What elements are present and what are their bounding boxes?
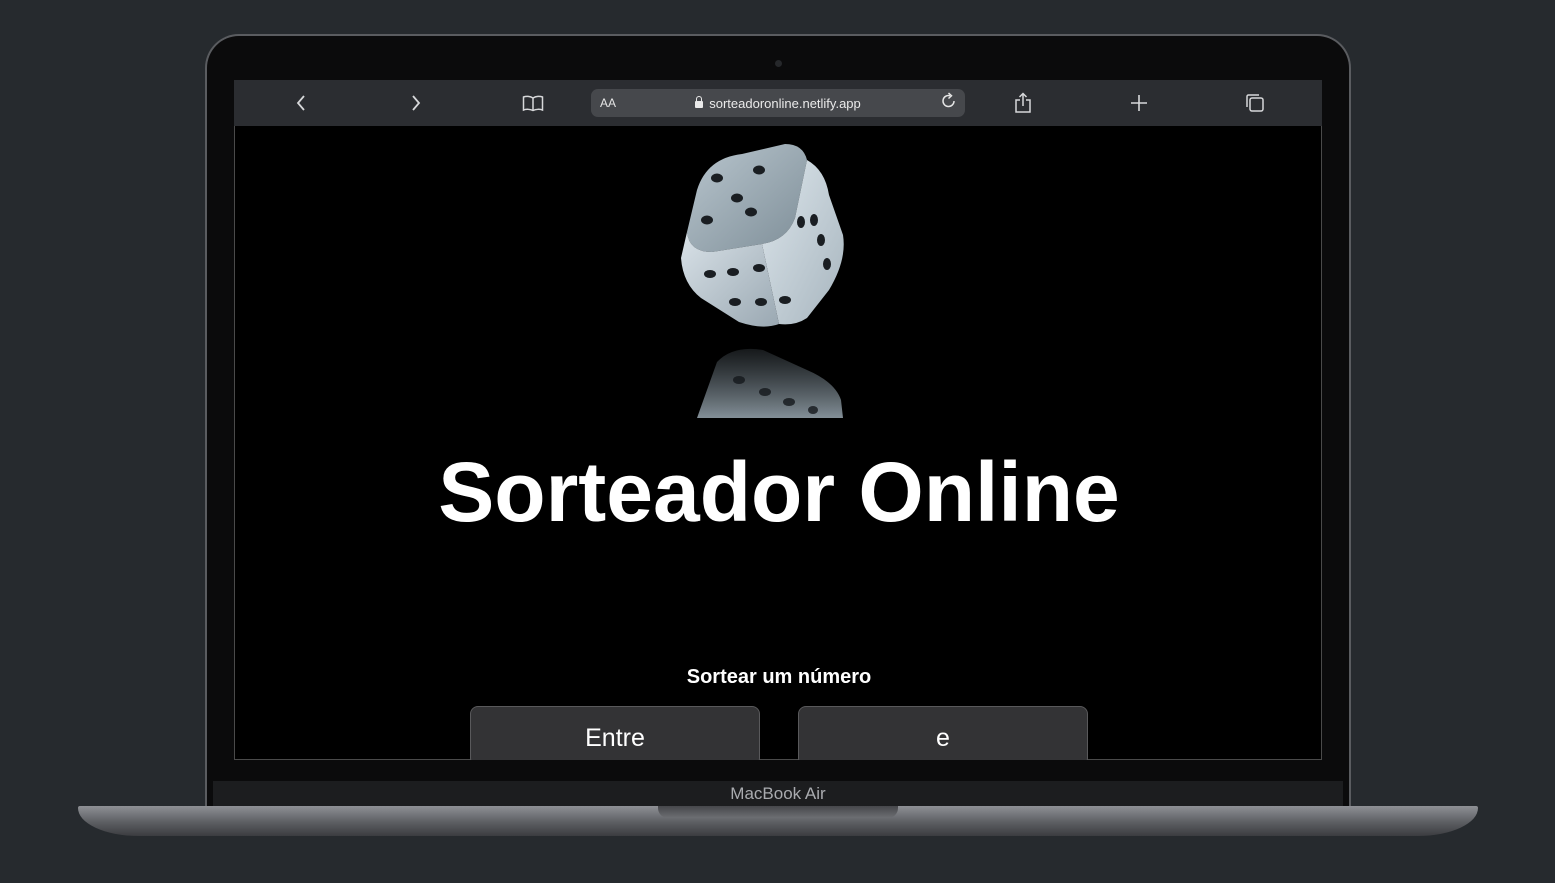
reload-icon[interactable] [941, 92, 957, 115]
laptop-chin: MacBook Air [213, 781, 1343, 807]
screen: AA sorteadoronline.netlify.app Sorteador… [234, 80, 1322, 760]
camera [775, 60, 782, 67]
to-number-input[interactable]: e [798, 706, 1088, 760]
chevron-right-icon[interactable] [404, 92, 428, 114]
address-bar[interactable]: AA sorteadoronline.netlify.app [591, 89, 965, 117]
dice-image [667, 140, 867, 425]
section-subtitle: Sortear um número [686, 666, 872, 688]
book-icon[interactable] [521, 92, 545, 114]
share-icon[interactable] [1011, 92, 1035, 114]
lock-icon [695, 96, 704, 108]
page-title: Sorteador Online [438, 445, 1120, 539]
tabs-icon[interactable] [1243, 92, 1267, 114]
web-page: Sorteador Online Sortear um número Entre… [234, 126, 1322, 760]
from-number-input[interactable]: Entre [470, 706, 760, 760]
device-label: MacBook Air [730, 784, 826, 803]
plus-icon[interactable] [1127, 92, 1151, 114]
url-text: sorteadoronline.netlify.app [709, 96, 861, 111]
browser-toolbar: AA sorteadoronline.netlify.app [234, 80, 1322, 127]
chevron-left-icon[interactable] [289, 92, 313, 114]
laptop-notch [658, 806, 898, 818]
